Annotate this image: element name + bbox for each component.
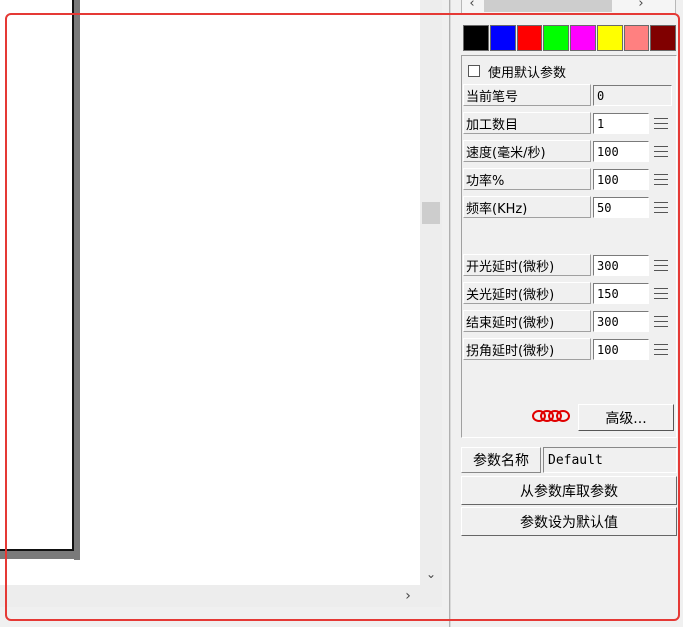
- color-swatch[interactable]: [543, 25, 569, 51]
- spinner-icon[interactable]: [651, 283, 671, 304]
- param-value-field[interactable]: 150: [593, 283, 649, 304]
- param-value-field[interactable]: 100: [593, 141, 649, 162]
- param-value-field[interactable]: 50: [593, 197, 649, 218]
- param-value-field[interactable]: 300: [593, 311, 649, 332]
- param-label: 开光延时(微秒): [463, 254, 591, 276]
- use-default-params-row[interactable]: 使用默认参数: [468, 62, 668, 81]
- color-swatch[interactable]: [516, 25, 543, 51]
- param-label: 拐角延时(微秒): [463, 338, 591, 360]
- load-from-library-button[interactable]: 从参数库取参数: [461, 476, 677, 505]
- horizontal-scrollbar[interactable]: [0, 585, 442, 607]
- color-swatch[interactable]: [463, 25, 489, 51]
- param-label: 当前笔号: [463, 84, 591, 106]
- canvas-page: [0, 0, 74, 551]
- scroll-left-icon[interactable]: ‹: [463, 0, 481, 12]
- param-value-field[interactable]: 100: [593, 339, 649, 360]
- param-value-field[interactable]: 0: [593, 85, 672, 106]
- spinner-icon[interactable]: [651, 113, 671, 134]
- spinner-icon[interactable]: [651, 197, 671, 218]
- param-value-field[interactable]: 300: [593, 255, 649, 276]
- vertical-scroll-thumb[interactable]: [422, 202, 440, 224]
- pen-color-swatches: [463, 25, 677, 51]
- param-value-field[interactable]: 1: [593, 113, 649, 134]
- pen-color-mark-icon[interactable]: [530, 405, 572, 427]
- scroll-right-icon[interactable]: ›: [396, 585, 420, 607]
- color-swatch[interactable]: [570, 25, 596, 51]
- pen-list-scroll-thumb[interactable]: [484, 0, 612, 12]
- set-as-default-button[interactable]: 参数设为默认值: [461, 507, 677, 536]
- color-swatch[interactable]: [489, 25, 516, 51]
- use-default-label: 使用默认参数: [488, 65, 567, 81]
- page-shadow: [74, 0, 80, 560]
- param-label: 结束延时(微秒): [463, 310, 591, 332]
- spinner-icon[interactable]: [651, 255, 671, 276]
- spinner-icon[interactable]: [651, 339, 671, 360]
- color-swatch[interactable]: [623, 25, 650, 51]
- use-default-checkbox[interactable]: [468, 65, 480, 77]
- spinner-icon[interactable]: [651, 169, 671, 190]
- color-swatch[interactable]: [596, 25, 623, 51]
- color-swatch[interactable]: [650, 25, 676, 51]
- vertical-scrollbar[interactable]: [420, 0, 442, 585]
- spinner-icon[interactable]: [651, 141, 671, 162]
- scroll-down-icon[interactable]: ⌄: [420, 563, 442, 585]
- param-label: 加工数目: [463, 112, 591, 134]
- param-label: 频率(KHz): [463, 196, 591, 218]
- param-label: 速度(毫米/秒): [463, 140, 591, 162]
- param-value-field[interactable]: 100: [593, 169, 649, 190]
- spinner-icon[interactable]: [651, 311, 671, 332]
- scroll-right-icon[interactable]: ›: [632, 0, 650, 12]
- param-name-label: 参数名称: [461, 447, 541, 473]
- param-name-field[interactable]: Default: [543, 447, 677, 473]
- param-label: 功率%: [463, 168, 591, 190]
- advanced-button[interactable]: 高级...: [578, 404, 674, 431]
- param-label: 关光延时(微秒): [463, 282, 591, 304]
- page-shadow-bottom: [0, 551, 80, 559]
